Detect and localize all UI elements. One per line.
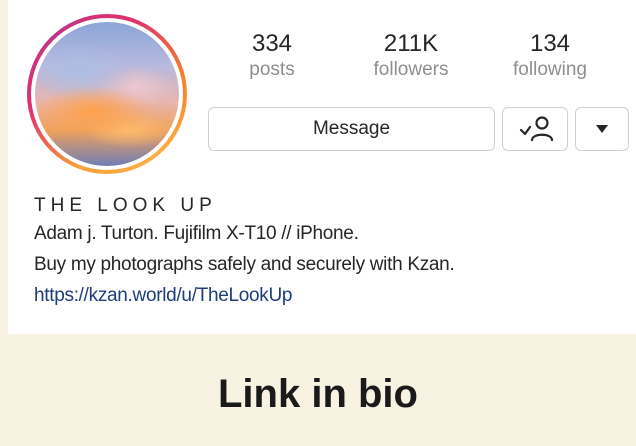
caption-link-in-bio: Link in bio	[218, 372, 418, 416]
caret-down-icon	[596, 125, 608, 133]
stat-posts[interactable]: 334 posts	[212, 30, 332, 82]
avatar-photo	[35, 22, 179, 166]
profile-header-card: 334 posts 211K followers 134 following M…	[8, 0, 636, 334]
stat-following-count: 134	[529, 30, 571, 57]
stat-following[interactable]: 134 following	[490, 30, 610, 82]
profile-avatar[interactable]	[27, 14, 187, 174]
following-check-person-icon	[519, 116, 554, 142]
bio-line-1: Adam j. Turton. Fujifilm X-T10 // iPhone…	[34, 223, 359, 244]
stat-posts-count: 334	[251, 30, 293, 57]
bio-display-name: THE LOOK UP	[34, 195, 217, 216]
stat-followers-count: 211K	[383, 30, 439, 57]
bio-line-2: Buy my photographs safely and securely w…	[34, 254, 455, 275]
message-button[interactable]: Message	[208, 107, 495, 151]
stat-followers[interactable]: 211K followers	[351, 30, 471, 82]
stat-posts-label: posts	[249, 59, 295, 80]
avatar-border	[31, 18, 183, 170]
stat-following-label: following	[513, 59, 587, 80]
following-button[interactable]	[502, 107, 568, 151]
bio-link[interactable]: https://kzan.world/u/TheLookUp	[34, 280, 624, 311]
profile-bio: THE LOOK UP Adam j. Turton. Fujifilm X-T…	[34, 194, 624, 311]
more-options-button[interactable]	[575, 107, 629, 151]
stat-followers-label: followers	[373, 59, 449, 80]
